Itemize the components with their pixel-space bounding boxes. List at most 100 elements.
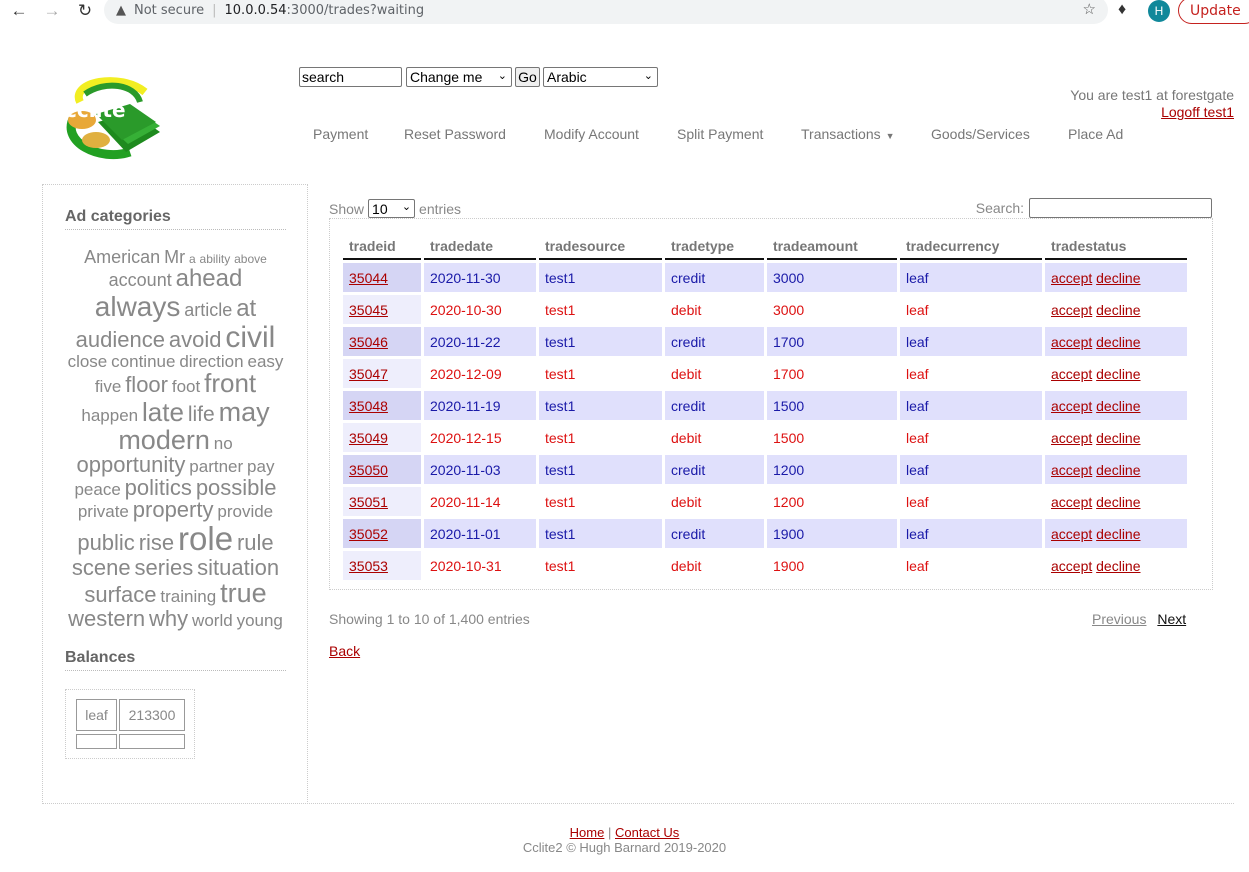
trade-id-link[interactable]: 35050 bbox=[349, 462, 388, 478]
table-search-input[interactable] bbox=[1029, 198, 1212, 218]
tag-link[interactable]: provide bbox=[217, 502, 273, 521]
tag-link[interactable]: rule bbox=[237, 530, 274, 555]
tag-link[interactable]: world bbox=[192, 611, 233, 630]
menu-item-split-payment[interactable]: Split Payment bbox=[677, 126, 763, 142]
tag-link[interactable]: situation bbox=[197, 555, 279, 580]
column-header-tradestatus[interactable]: tradestatus bbox=[1045, 234, 1187, 260]
accept-link[interactable]: accept bbox=[1051, 270, 1092, 286]
accept-link[interactable]: accept bbox=[1051, 302, 1092, 318]
menu-item-reset-password[interactable]: Reset Password bbox=[404, 126, 506, 142]
trade-id-link[interactable]: 35046 bbox=[349, 334, 388, 350]
tag-link[interactable]: no bbox=[214, 434, 233, 453]
tag-link[interactable]: front bbox=[204, 368, 256, 398]
tag-link[interactable]: surface bbox=[84, 582, 156, 607]
menu-item-modify-account[interactable]: Modify Account bbox=[544, 126, 639, 142]
tag-link[interactable]: account bbox=[109, 270, 172, 290]
back-arrow-icon[interactable]: ← bbox=[8, 0, 30, 22]
tag-link[interactable]: public bbox=[77, 530, 134, 555]
tag-link[interactable]: series bbox=[135, 555, 194, 580]
decline-link[interactable]: decline bbox=[1096, 430, 1140, 446]
column-header-tradesource[interactable]: tradesource bbox=[539, 234, 662, 260]
tag-link[interactable]: pay bbox=[247, 457, 274, 476]
tag-link[interactable]: audience bbox=[76, 327, 165, 352]
tag-link[interactable]: article bbox=[184, 300, 232, 320]
decline-link[interactable]: decline bbox=[1096, 494, 1140, 510]
decline-link[interactable]: decline bbox=[1096, 398, 1140, 414]
column-header-tradeid[interactable]: tradeid bbox=[343, 234, 421, 260]
address-bar[interactable]: ▲ Not secure | 10.0.0.54:3000/trades?wai… bbox=[104, 0, 1108, 24]
tag-link[interactable]: western bbox=[68, 606, 145, 631]
decline-link[interactable]: decline bbox=[1096, 558, 1140, 574]
accept-link[interactable]: accept bbox=[1051, 366, 1092, 382]
trade-id-link[interactable]: 35052 bbox=[349, 526, 388, 542]
tag-link[interactable]: property bbox=[133, 497, 214, 522]
tag-link[interactable]: civil bbox=[225, 321, 275, 354]
tag-link[interactable]: politics bbox=[125, 475, 192, 500]
column-header-tradeamount[interactable]: tradeamount bbox=[767, 234, 897, 260]
tag-link[interactable]: close bbox=[68, 352, 108, 371]
previous-page-link[interactable]: Previous bbox=[1092, 611, 1146, 627]
go-button[interactable]: Go bbox=[515, 67, 540, 87]
search-type-select[interactable]: Change me ⌄ bbox=[406, 67, 512, 87]
trade-id-link[interactable]: 35053 bbox=[349, 558, 388, 574]
accept-link[interactable]: accept bbox=[1051, 334, 1092, 350]
tag-link[interactable]: five bbox=[95, 377, 121, 396]
column-header-tradetype[interactable]: tradetype bbox=[665, 234, 764, 260]
tag-link[interactable]: true bbox=[220, 578, 267, 608]
tag-link[interactable]: partner bbox=[189, 457, 243, 476]
trade-id-link[interactable]: 35048 bbox=[349, 398, 388, 414]
tag-link[interactable]: private bbox=[78, 502, 129, 521]
tag-link[interactable]: foot bbox=[172, 377, 200, 396]
tag-link[interactable]: young bbox=[237, 611, 283, 630]
tag-link[interactable]: avoid bbox=[169, 327, 222, 352]
browser-update-button[interactable]: Update bbox=[1178, 0, 1249, 24]
language-select[interactable]: Arabic ⌄ bbox=[543, 67, 658, 87]
decline-link[interactable]: decline bbox=[1096, 270, 1140, 286]
tag-link[interactable]: opportunity bbox=[77, 452, 186, 477]
menu-item-place-ad[interactable]: Place Ad bbox=[1068, 126, 1123, 142]
decline-link[interactable]: decline bbox=[1096, 526, 1140, 542]
menu-item-transactions[interactable]: Transactions ▼ bbox=[801, 126, 895, 142]
accept-link[interactable]: accept bbox=[1051, 398, 1092, 414]
page-length-select[interactable]: 10 ⌄ bbox=[368, 199, 416, 218]
back-link[interactable]: Back bbox=[329, 643, 360, 659]
tag-link[interactable]: scene bbox=[72, 555, 131, 580]
column-header-tradedate[interactable]: tradedate bbox=[424, 234, 536, 260]
extensions-puzzle-icon[interactable]: ♦ bbox=[1118, 1, 1126, 19]
tag-link[interactable]: role bbox=[178, 520, 233, 557]
tag-link[interactable]: may bbox=[219, 397, 270, 427]
tag-link[interactable]: American bbox=[84, 247, 160, 267]
trade-id-link[interactable]: 35045 bbox=[349, 302, 388, 318]
tag-link[interactable]: peace bbox=[74, 480, 120, 499]
tag-link[interactable]: rise bbox=[139, 530, 174, 555]
tag-link[interactable]: at bbox=[236, 295, 256, 322]
decline-link[interactable]: decline bbox=[1096, 334, 1140, 350]
tag-link[interactable]: life bbox=[188, 403, 215, 426]
tag-link[interactable]: training bbox=[160, 587, 216, 606]
tag-link[interactable]: modern bbox=[118, 425, 210, 455]
reload-icon[interactable]: ↻ bbox=[74, 0, 96, 22]
accept-link[interactable]: accept bbox=[1051, 494, 1092, 510]
accept-link[interactable]: accept bbox=[1051, 462, 1092, 478]
tag-link[interactable]: late bbox=[142, 397, 184, 427]
tag-link[interactable]: ahead bbox=[176, 265, 243, 292]
tag-link[interactable]: possible bbox=[196, 475, 277, 500]
tag-link[interactable]: floor bbox=[125, 372, 168, 397]
tag-link[interactable]: continue bbox=[111, 352, 175, 371]
trade-id-link[interactable]: 35047 bbox=[349, 366, 388, 382]
decline-link[interactable]: decline bbox=[1096, 302, 1140, 318]
site-search-input[interactable] bbox=[299, 67, 402, 87]
trade-id-link[interactable]: 35044 bbox=[349, 270, 388, 286]
bookmark-star-icon[interactable]: ☆ bbox=[1083, 0, 1096, 18]
decline-link[interactable]: decline bbox=[1096, 366, 1140, 382]
contact-link[interactable]: Contact Us bbox=[615, 825, 679, 840]
tag-link[interactable]: why bbox=[149, 606, 188, 631]
trade-id-link[interactable]: 35051 bbox=[349, 494, 388, 510]
next-page-link[interactable]: Next bbox=[1157, 611, 1186, 627]
decline-link[interactable]: decline bbox=[1096, 462, 1140, 478]
column-header-tradecurrency[interactable]: tradecurrency bbox=[900, 234, 1042, 260]
accept-link[interactable]: accept bbox=[1051, 430, 1092, 446]
menu-item-goods-services[interactable]: Goods/Services bbox=[931, 126, 1030, 142]
accept-link[interactable]: accept bbox=[1051, 526, 1092, 542]
profile-avatar[interactable]: H bbox=[1148, 0, 1170, 22]
